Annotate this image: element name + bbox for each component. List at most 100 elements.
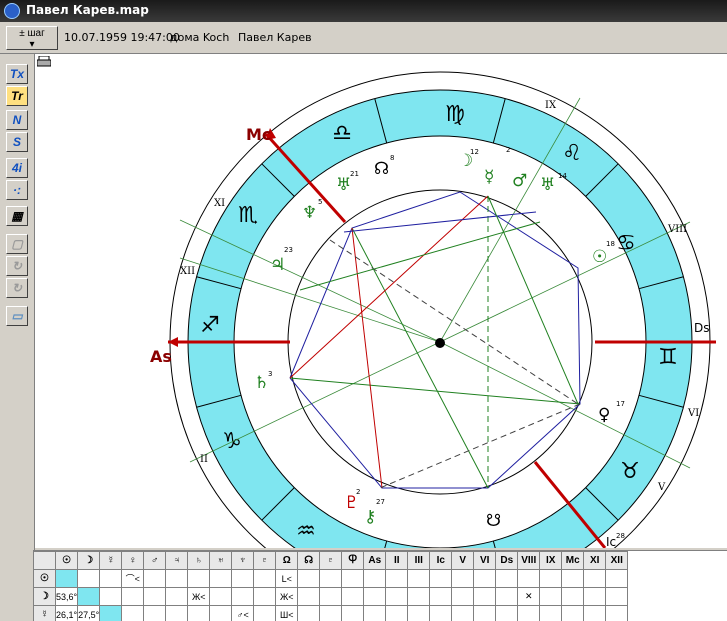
aspect-cell[interactable] [144, 606, 166, 621]
aspect-cell[interactable] [386, 570, 408, 588]
monitor-icon[interactable]: ▭ [6, 306, 28, 326]
aspect-cell[interactable] [518, 570, 540, 588]
grid-header-16[interactable]: III [408, 552, 430, 570]
printer-icon[interactable] [37, 56, 51, 68]
aspect-cell[interactable]: L< [276, 570, 298, 588]
aspect-cell[interactable] [210, 588, 232, 606]
aspect-cell[interactable] [298, 606, 320, 621]
aspect-cell[interactable] [298, 588, 320, 606]
aspect-cell[interactable] [584, 588, 606, 606]
grid-header-13[interactable]: Ⴔ [342, 552, 364, 570]
aspect-cell[interactable] [254, 606, 276, 621]
aspect-cell[interactable] [56, 570, 78, 588]
aspect-cell[interactable] [584, 570, 606, 588]
grid-header-14[interactable]: As [364, 552, 386, 570]
aspect-cell[interactable]: ✕ [518, 588, 540, 606]
grid-header-21[interactable]: VIII [518, 552, 540, 570]
tool-tr[interactable]: Tr [6, 86, 28, 106]
aspect-cell[interactable] [122, 606, 144, 621]
aspect-cell[interactable] [606, 570, 628, 588]
grid-header-9[interactable]: ♇ [254, 552, 276, 570]
aspect-cell[interactable] [320, 570, 342, 588]
grid-row-label[interactable]: ☿ [34, 606, 56, 621]
grid-header-19[interactable]: VI [474, 552, 496, 570]
tool-tx[interactable]: Tx [6, 64, 28, 84]
grid-header-18[interactable]: V [452, 552, 474, 570]
aspect-cell[interactable] [562, 588, 584, 606]
aspect-cell[interactable] [188, 570, 210, 588]
aspect-cell[interactable] [254, 588, 276, 606]
grid-header-17[interactable]: Ic [430, 552, 452, 570]
aspect-cell[interactable] [474, 570, 496, 588]
aspect-cell[interactable] [78, 570, 100, 588]
table-icon[interactable]: ▦ [6, 206, 28, 226]
aspect-cell[interactable] [320, 588, 342, 606]
grid-header-24[interactable]: XI [584, 552, 606, 570]
aspect-cell[interactable] [122, 588, 144, 606]
aspect-cell[interactable]: 26,1° [56, 606, 78, 621]
grid-header-3[interactable]: ♀ [122, 552, 144, 570]
aspect-cell[interactable] [320, 606, 342, 621]
grid-header-4[interactable]: ♂ [144, 552, 166, 570]
aspect-cell[interactable]: 53,6° [56, 588, 78, 606]
aspect-cell[interactable] [540, 588, 562, 606]
aspect-cell[interactable] [364, 588, 386, 606]
aspect-cell[interactable] [78, 588, 100, 606]
aspect-cell[interactable] [584, 606, 606, 621]
aspect-cell[interactable] [232, 570, 254, 588]
aspect-cell[interactable] [100, 570, 122, 588]
aspect-cell[interactable]: ♂< [232, 606, 254, 621]
grid-header-23[interactable]: Mc [562, 552, 584, 570]
aspect-cell[interactable] [430, 570, 452, 588]
tool-s[interactable]: S [6, 132, 28, 152]
aspect-cell[interactable] [254, 570, 276, 588]
grid-header-7[interactable]: ♅ [210, 552, 232, 570]
refresh-alt-icon[interactable]: ↻ [6, 278, 28, 298]
grid-header-20[interactable]: Ds [496, 552, 518, 570]
grid-header-15[interactable]: II [386, 552, 408, 570]
aspect-cell[interactable] [144, 570, 166, 588]
grid-header-6[interactable]: ♄ [188, 552, 210, 570]
aspect-cell[interactable] [342, 588, 364, 606]
aspect-cell[interactable] [496, 570, 518, 588]
aspect-cell[interactable] [408, 570, 430, 588]
aspect-cell[interactable] [452, 606, 474, 621]
aspect-cell[interactable] [144, 588, 166, 606]
aspect-cell[interactable] [298, 570, 320, 588]
grid-header-12[interactable]: ♇ [320, 552, 342, 570]
aspect-cell[interactable] [474, 588, 496, 606]
grid-header-25[interactable]: XII [606, 552, 628, 570]
aspect-cell[interactable] [100, 606, 122, 621]
aspect-cell[interactable] [408, 606, 430, 621]
aspect-cell[interactable] [364, 570, 386, 588]
refresh-icon[interactable]: ↻ [6, 256, 28, 276]
grid-row-label[interactable]: ☉ [34, 570, 56, 588]
aspect-cell[interactable] [540, 570, 562, 588]
aspect-cell[interactable] [496, 606, 518, 621]
grid-header-22[interactable]: IX [540, 552, 562, 570]
aspect-cell[interactable] [166, 570, 188, 588]
aspect-cell[interactable] [606, 588, 628, 606]
aspect-cell[interactable] [166, 588, 188, 606]
aspect-cell[interactable] [188, 606, 210, 621]
aspect-cell[interactable]: Ш< [276, 606, 298, 621]
grid-header-10[interactable]: Ω [276, 552, 298, 570]
aspect-cell[interactable] [562, 570, 584, 588]
aspect-cell[interactable] [386, 606, 408, 621]
aspect-cell[interactable] [386, 588, 408, 606]
aspect-cell[interactable] [364, 606, 386, 621]
grid-header-8[interactable]: ♆ [232, 552, 254, 570]
grid-header-1[interactable]: ☽ [78, 552, 100, 570]
aspect-cell[interactable] [474, 606, 496, 621]
aspect-cell[interactable] [408, 588, 430, 606]
aspect-cell[interactable] [540, 606, 562, 621]
tool-4i[interactable]: 4i [6, 158, 28, 178]
aspect-cell[interactable] [606, 606, 628, 621]
aspect-cell[interactable] [518, 606, 540, 621]
aspect-cell[interactable] [342, 606, 364, 621]
aspect-cell[interactable] [496, 588, 518, 606]
aspect-cell[interactable] [562, 606, 584, 621]
tool-dots[interactable]: ·: [6, 180, 28, 200]
grid-row-label[interactable]: ☽ [34, 588, 56, 606]
grid-header-0[interactable]: ☉ [56, 552, 78, 570]
